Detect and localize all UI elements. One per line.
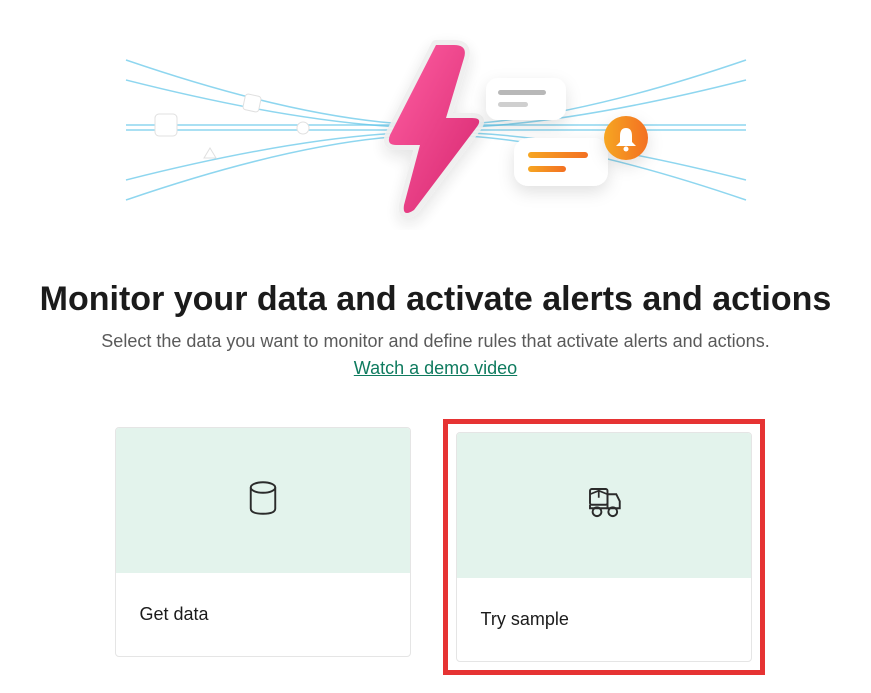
card-wrapper-try-sample: Try sample	[443, 419, 765, 675]
card-icon-area	[116, 428, 410, 573]
get-data-label: Get data	[140, 604, 209, 625]
get-data-card[interactable]: Get data	[115, 427, 411, 657]
card-icon-area	[457, 433, 751, 578]
delivery-truck-icon	[583, 482, 625, 529]
try-sample-label: Try sample	[481, 609, 569, 630]
hero-illustration	[116, 30, 756, 230]
card-label-area: Get data	[116, 573, 410, 656]
card-wrapper-get-data: Get data	[107, 419, 419, 675]
cards-container: Get data	[107, 419, 765, 675]
database-icon	[242, 477, 284, 524]
page-heading: Monitor your data and activate alerts an…	[40, 280, 832, 319]
page-subtext: Select the data you want to monitor and …	[101, 331, 769, 352]
try-sample-card[interactable]: Try sample	[456, 432, 752, 662]
card-label-area: Try sample	[457, 578, 751, 661]
watch-demo-link[interactable]: Watch a demo video	[354, 358, 517, 379]
